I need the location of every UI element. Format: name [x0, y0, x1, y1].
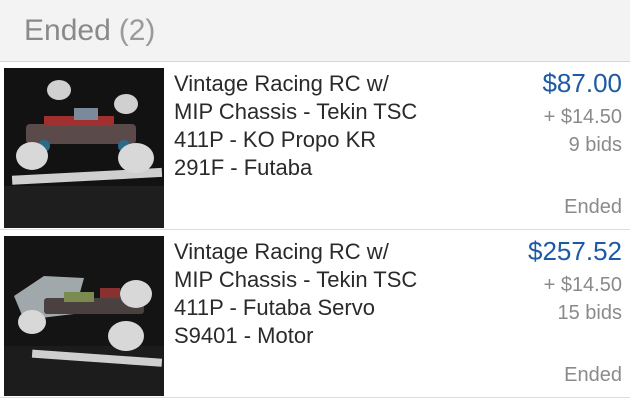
title-line: 291F - Futaba	[174, 155, 313, 180]
section-header: Ended (2)	[0, 0, 630, 62]
title-line: MIP Chassis - Tekin TSC	[174, 267, 418, 292]
rc-buggy-thumbnail[interactable]	[4, 236, 164, 396]
section-count: (2)	[118, 13, 156, 47]
bid-count: 9 bids	[568, 134, 622, 156]
status-label: Ended	[564, 364, 622, 386]
shipping-cost: + $14.50	[543, 274, 622, 296]
shipping-cost: + $14.50	[543, 106, 622, 128]
title-line: S9401 - Motor	[174, 323, 314, 348]
title-line: 411P - KO Propo KR	[174, 127, 377, 152]
bid-count: 15 bids	[557, 302, 623, 324]
rc-truck-thumbnail[interactable]	[4, 68, 164, 228]
listing-title[interactable]: Vintage Racing RC w/ MIP Chassis - Tekin…	[174, 238, 464, 350]
price: $257.52	[528, 236, 622, 266]
listing-row[interactable]: Vintage Racing RC w/ MIP Chassis - Tekin…	[0, 230, 630, 398]
rc-buggy-photo-icon	[4, 236, 164, 396]
title-line: MIP Chassis - Tekin TSC	[174, 99, 418, 124]
title-line: 411P - Futaba Servo	[174, 295, 375, 320]
rc-truck-photo-icon	[4, 68, 164, 228]
title-line: Vintage Racing RC w/	[174, 239, 389, 264]
listing-row[interactable]: Vintage Racing RC w/ MIP Chassis - Tekin…	[0, 62, 630, 230]
listing-title[interactable]: Vintage Racing RC w/ MIP Chassis - Tekin…	[174, 70, 464, 182]
title-line: Vintage Racing RC w/	[174, 71, 389, 96]
status-label: Ended	[564, 196, 622, 218]
price: $87.00	[542, 68, 622, 98]
section-title: Ended	[24, 13, 111, 47]
